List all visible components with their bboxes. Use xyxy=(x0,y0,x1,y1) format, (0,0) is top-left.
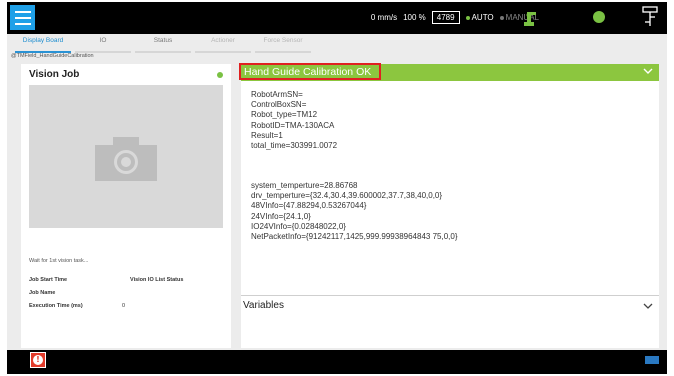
tab-bar: Display Board IO Status Actioner Force S… xyxy=(15,34,315,53)
breadcrumb: @TMField_HandGuideCalibration xyxy=(11,53,94,59)
vision-job-panel: Vision Job Wait for 1st vision task... J… xyxy=(21,64,231,348)
frame: 0 mm/s 100 % 4789 AUTO MANUAL Display Bo… xyxy=(0,0,674,376)
main-area: Display Board IO Status Actioner Force S… xyxy=(7,34,667,350)
result-line: Result=1 xyxy=(251,130,283,140)
variables-section-header[interactable]: Variables xyxy=(241,297,659,317)
job-name-label: Job Name xyxy=(29,290,56,296)
wait-status-text: Wait for 1st vision task... xyxy=(29,258,89,264)
chevron-down-icon[interactable] xyxy=(643,67,653,75)
project-tree-icon[interactable] xyxy=(641,6,659,33)
result-line: total_time=303991.0072 xyxy=(251,141,338,151)
mode-manual-dot xyxy=(499,16,504,20)
result-line: ControlBoxSN= xyxy=(251,100,307,110)
status-light-icon xyxy=(593,11,605,23)
robot-hmi-screen: 0 mm/s 100 % 4789 AUTO MANUAL Display Bo… xyxy=(7,2,667,374)
result-line: NetPacketInfo={91242117,1425,999.9993896… xyxy=(251,232,458,242)
result-line: Robot_type=TM12 xyxy=(251,110,318,120)
result-line: 24VInfo={24.1,0} xyxy=(251,211,311,221)
highlight-box xyxy=(239,63,381,80)
bottom-bar: ! xyxy=(7,350,667,374)
result-block-1: RobotArmSN= ControlBoxSN= Robot_type=TM1… xyxy=(251,90,337,151)
chevron-down-icon[interactable] xyxy=(643,302,653,310)
result-line: IO24VInfo={0.02848022,0} xyxy=(251,221,346,231)
vision-image-placeholder xyxy=(29,85,223,228)
speed-percent: 100 % xyxy=(403,13,426,22)
result-line: 48VInfo={47.88294,0.53267044} xyxy=(251,201,367,211)
tab-status[interactable]: Status xyxy=(135,34,191,53)
tab-io[interactable]: IO xyxy=(75,34,131,53)
variables-label: Variables xyxy=(243,300,284,311)
mode-auto-dot xyxy=(465,16,470,20)
result-line: system_temperture=28.86768 xyxy=(251,181,358,190)
result-block-2: system_temperture=28.86768 drv_tempertur… xyxy=(251,181,457,242)
result-line: drv_temperture={32.4,30.4,39.600002,37.7… xyxy=(251,191,443,201)
tab-force-sensor[interactable]: Force Sensor xyxy=(255,34,311,53)
hamburger-menu-icon[interactable] xyxy=(10,5,35,30)
vision-status-indicator xyxy=(217,72,223,78)
tab-actioner[interactable]: Actioner xyxy=(195,34,251,53)
alert-icon[interactable]: ! xyxy=(30,352,46,368)
result-line: RobotID=TMA-130ACA xyxy=(251,120,335,130)
robot-arm-icon xyxy=(518,9,540,32)
calibration-result-panel: Hand Guide Calibration OK RobotArmSN= Co… xyxy=(239,63,659,348)
panel-title: Vision Job xyxy=(29,69,80,80)
count-readout: 4789 xyxy=(431,11,460,24)
top-bar: 0 mm/s 100 % 4789 AUTO MANUAL xyxy=(7,2,667,34)
mode-auto[interactable]: AUTO xyxy=(465,13,494,22)
divider xyxy=(241,295,659,296)
status-info: 0 mm/s 100 % 4789 AUTO MANUAL xyxy=(371,11,539,24)
camera-icon xyxy=(95,137,157,181)
vision-io-status-label: Vision IO List Status xyxy=(130,277,184,283)
bottom-status-badge[interactable] xyxy=(645,356,659,364)
tab-display-board[interactable]: Display Board xyxy=(15,34,71,53)
result-line: RobotArmSN= xyxy=(251,90,303,99)
execution-time-value: 0 xyxy=(122,303,126,309)
job-start-time-label: Job Start Time xyxy=(29,277,68,283)
execution-time-label: Execution Time (ms) xyxy=(29,303,83,309)
speed-readout: 0 mm/s xyxy=(370,13,398,22)
